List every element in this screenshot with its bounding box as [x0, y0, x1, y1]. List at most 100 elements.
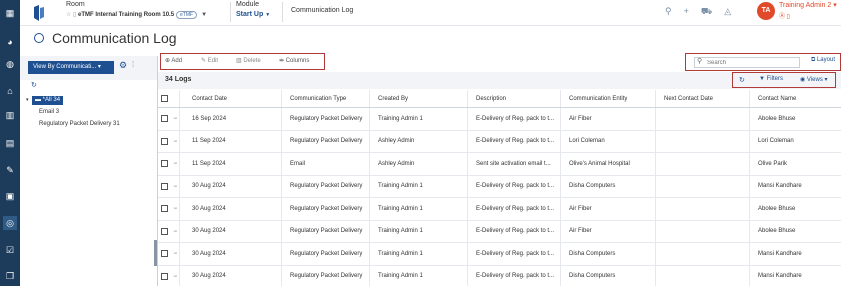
table-row[interactable]: ··· 30 Aug 2024 Regulatory Packet Delivery… — [158, 175, 841, 198]
trash-icon: ▥ — [236, 58, 242, 64]
table-cell — [664, 266, 754, 286]
table-row[interactable]: ··· 11 Sep 2024 Regulatory Packet Delivery… — [158, 130, 841, 153]
layout-icon: ⧉ — [811, 57, 816, 63]
id-card-icon[interactable]: ▣ — [3, 189, 17, 203]
table-header: Contact Date Communication Type Created By… — [158, 90, 841, 108]
row-actions-icon[interactable]: ··· — [173, 131, 177, 153]
logs-count: 34 Logs — [165, 76, 192, 83]
table-row[interactable]: ··· 30 Aug 2024 Regulatory Packet Delivery… — [158, 198, 841, 221]
tree-node-email[interactable]: Email 3 — [39, 109, 59, 115]
plus-icon[interactable]: + — [684, 6, 689, 16]
module-selector[interactable]: Start Up ▼ — [236, 11, 270, 18]
user-menu[interactable]: Training Admin 2 ▾ — [779, 1, 837, 9]
table-cell: Abolee Bhuse — [758, 115, 796, 122]
row-actions-icon[interactable]: ··· — [173, 243, 177, 265]
row-checkbox[interactable] — [161, 266, 168, 286]
table-row[interactable]: ··· 30 Aug 2024 Regulatory Packet Delivery… — [158, 243, 841, 266]
table-cell: E-Delivery of Reg. pack to t... — [476, 273, 555, 280]
row-actions-icon[interactable]: ··· — [173, 176, 177, 198]
row-checkbox[interactable] — [161, 108, 168, 130]
row-actions-icon[interactable]: ··· — [173, 198, 177, 220]
column-header[interactable]: Communication Entity — [569, 90, 627, 107]
checkbox-icon[interactable] — [161, 182, 168, 190]
add-label: Add — [171, 58, 183, 64]
layout-button[interactable]: ⧉ Layout — [811, 57, 835, 64]
column-header[interactable]: Contact Date — [192, 90, 227, 107]
filters-button[interactable]: ▼ Filters — [759, 76, 783, 82]
apps-grid-icon[interactable]: ▦ — [3, 6, 17, 20]
table-cell — [664, 108, 754, 130]
checkbox-icon[interactable] — [161, 115, 168, 123]
column-header[interactable]: Created By — [378, 90, 408, 107]
column-header[interactable]: Communication Type — [290, 90, 346, 107]
table-row[interactable]: ··· 30 Aug 2024 Regulatory Packet Delivery… — [158, 265, 841, 286]
page-title: Communication Log — [52, 30, 177, 46]
dashboard-icon[interactable]: ◕ — [3, 35, 17, 49]
scrollbar[interactable] — [154, 240, 157, 266]
checkbox-icon[interactable] — [161, 250, 168, 258]
user-status: Ⓐ ▯ — [779, 14, 790, 20]
env-badge: eTMF — [176, 11, 198, 19]
table-cell: E-Delivery of Reg. pack to t... — [476, 115, 555, 122]
row-checkbox[interactable] — [161, 198, 168, 220]
delete-button[interactable]: ▥ Delete — [236, 57, 261, 64]
avatar[interactable]: TA — [757, 2, 775, 20]
collapse-handle[interactable]: ⁞ — [132, 60, 134, 69]
table-row[interactable]: ··· 16 Sep 2024 Regulatory Packet Delivery… — [158, 108, 841, 131]
checkbox-icon[interactable]: ☑ — [3, 243, 17, 257]
checkbox-icon[interactable] — [161, 160, 168, 168]
table-row[interactable]: ··· 30 Aug 2024 Regulatory Packet Delivery… — [158, 220, 841, 243]
globe-icon[interactable]: ◍ — [3, 57, 17, 71]
view-by-dropdown[interactable]: View By Communicati... ▾ — [28, 61, 114, 74]
select-all-checkbox[interactable] — [161, 90, 168, 107]
row-actions-icon[interactable]: ··· — [173, 153, 177, 175]
table-cell: Regulatory Packet Delivery — [290, 205, 363, 212]
row-actions-icon[interactable]: ··· — [173, 266, 177, 286]
row-checkbox[interactable] — [161, 131, 168, 153]
columns-button[interactable]: ⇹ Columns — [279, 57, 309, 64]
bell-icon[interactable]: ◬ — [724, 6, 731, 17]
search-input[interactable] — [694, 57, 800, 68]
tree-node-regulatory[interactable]: Regulatory Packet Delivery 31 — [39, 121, 120, 127]
row-actions-icon[interactable]: ··· — [173, 221, 177, 243]
cart-icon[interactable]: ⛟ — [701, 6, 712, 18]
column-header[interactable]: Contact Name — [758, 90, 796, 107]
column-header[interactable]: Next Contact Date — [664, 90, 713, 107]
add-button[interactable]: ⊕ Add — [165, 57, 182, 64]
views-button[interactable]: ◉ Views ▾ — [800, 76, 828, 83]
row-checkbox[interactable] — [161, 243, 168, 265]
row-checkbox[interactable] — [161, 176, 168, 198]
checkbox-icon[interactable] — [161, 95, 168, 102]
refresh-icon[interactable]: ↻ — [739, 76, 745, 84]
row-actions-icon[interactable]: ··· — [173, 108, 177, 130]
app-logo-icon[interactable] — [32, 4, 46, 22]
building-icon[interactable]: ▥ — [3, 108, 17, 122]
row-checkbox[interactable] — [161, 153, 168, 175]
table-cell — [664, 198, 754, 220]
document-icon[interactable]: ▤ — [3, 136, 17, 150]
table-cell: Lori Coleman — [758, 138, 794, 145]
checkbox-icon[interactable] — [161, 272, 168, 280]
table-cell: Olive Parik — [758, 160, 788, 167]
checkbox-icon[interactable] — [161, 227, 168, 235]
row-checkbox[interactable] — [161, 221, 168, 243]
edit-icon[interactable]: ✎ — [3, 163, 17, 177]
table-cell: Regulatory Packet Delivery — [290, 115, 363, 122]
edit-button[interactable]: ✎ Edit — [201, 57, 218, 64]
table-row[interactable]: ··· 11 Sep 2024 Email Ashley Admin Sent site… — [158, 153, 841, 176]
columns-label: Columns — [285, 58, 310, 64]
tree-node-all[interactable]: ▾ ▬ *All 34 — [26, 96, 154, 105]
checkbox-icon[interactable] — [161, 137, 168, 145]
refresh-icon[interactable]: ↻ — [31, 81, 37, 89]
search-icon[interactable]: ⚲ — [665, 6, 672, 17]
communication-icon[interactable]: ◎ — [3, 216, 17, 230]
checkbox-icon[interactable] — [161, 205, 168, 213]
files-icon[interactable]: ❐ — [3, 269, 17, 283]
institution-icon[interactable]: ⌂ — [3, 84, 17, 98]
room-selector[interactable]: ☆ ▯ eTMF Internal Training Room 10.5 eTMF… — [66, 11, 207, 19]
table-cell: Training Admin 1 — [378, 183, 423, 190]
chevron-down-icon[interactable]: ▼ — [201, 12, 207, 18]
column-header[interactable]: Description — [476, 90, 506, 107]
gear-icon[interactable]: ⚙ — [119, 60, 127, 71]
star-icon[interactable]: ☆ ▯ — [66, 12, 78, 18]
